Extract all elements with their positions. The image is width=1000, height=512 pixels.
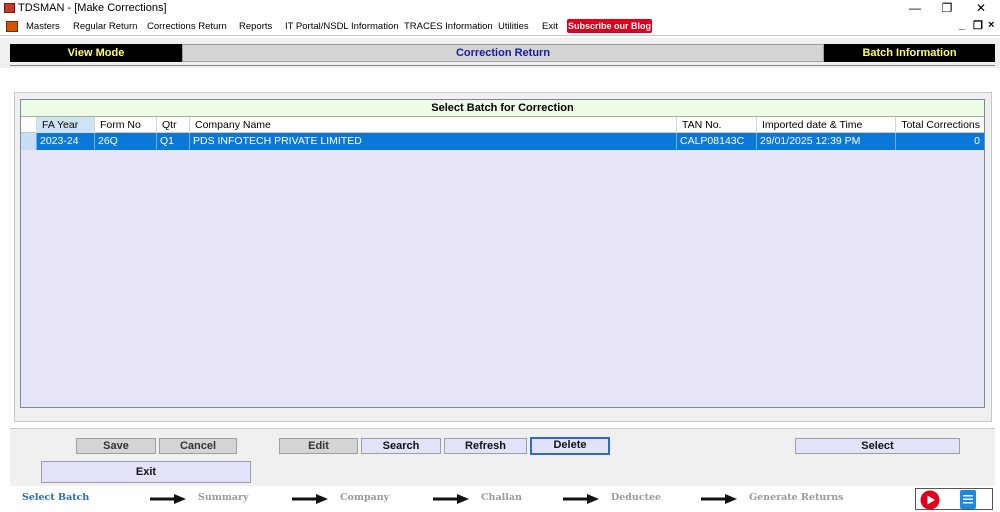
menu-corrections-return[interactable]: Corrections Return bbox=[147, 21, 227, 32]
col-fa-year[interactable]: FA Year bbox=[37, 117, 95, 133]
help-icon-box bbox=[915, 488, 993, 510]
minimize-icon[interactable]: — bbox=[900, 0, 930, 16]
step-navigation: Select Batch Summary Company Challan Ded… bbox=[0, 486, 1000, 512]
col-qtr[interactable]: Qtr bbox=[157, 117, 190, 133]
col-imported-date[interactable]: Imported date & Time bbox=[757, 117, 896, 133]
arrow-right-icon bbox=[701, 494, 737, 504]
arrow-right-icon bbox=[563, 494, 599, 504]
menu-exit[interactable]: Exit bbox=[542, 21, 558, 32]
cell-imported-date[interactable]: 29/01/2025 12:39 PM bbox=[757, 133, 896, 150]
refresh-button[interactable]: Refresh bbox=[444, 438, 527, 454]
cancel-button[interactable]: Cancel bbox=[159, 438, 237, 454]
subscribe-blog-button[interactable]: Subscribe our Blog bbox=[567, 19, 652, 33]
arrow-right-icon bbox=[150, 494, 186, 504]
step-select-batch[interactable]: Select Batch bbox=[22, 492, 89, 503]
cell-fa-year[interactable]: 2023-24 bbox=[37, 133, 95, 150]
menu-it-portal[interactable]: IT Portal/NSDL Information bbox=[285, 21, 399, 32]
document-icon[interactable] bbox=[959, 489, 977, 510]
mdi-close-icon[interactable]: × bbox=[988, 19, 994, 31]
edit-button[interactable]: Edit bbox=[279, 438, 358, 454]
cell-total-corrections[interactable]: 0 bbox=[896, 133, 984, 150]
select-button[interactable]: Select bbox=[795, 438, 960, 454]
header-divider bbox=[10, 65, 995, 66]
step-generate-returns[interactable]: Generate Returns bbox=[749, 492, 844, 503]
title-bar: TDSMAN - [Make Corrections] — ❐ ✕ bbox=[0, 0, 1000, 16]
save-button[interactable]: Save bbox=[76, 438, 156, 454]
cell-qtr[interactable]: Q1 bbox=[157, 133, 190, 150]
search-button[interactable]: Search bbox=[361, 438, 441, 454]
cell-tan-no[interactable]: CALP08143C bbox=[677, 133, 757, 150]
window-title: TDSMAN - [Make Corrections] bbox=[18, 2, 167, 14]
delete-button[interactable]: Delete bbox=[530, 437, 610, 455]
col-company-name[interactable]: Company Name bbox=[190, 117, 677, 133]
table-row[interactable]: 2023-24 26Q Q1 PDS INFOTECH PRIVATE LIMI… bbox=[21, 133, 984, 150]
batch-grid[interactable]: Select Batch for Correction FA Year Form… bbox=[20, 99, 985, 408]
menu-masters[interactable]: Masters bbox=[26, 21, 60, 32]
mdi-app-icon bbox=[6, 21, 18, 32]
youtube-play-icon[interactable] bbox=[920, 490, 940, 510]
exit-button[interactable]: Exit bbox=[41, 461, 251, 483]
row-header-corner bbox=[21, 117, 37, 133]
correction-return-label: Correction Return bbox=[182, 44, 824, 62]
close-icon[interactable]: ✕ bbox=[966, 0, 996, 16]
batch-information-label: Batch Information bbox=[824, 44, 995, 62]
cell-company-name[interactable]: PDS INFOTECH PRIVATE LIMITED bbox=[190, 133, 677, 150]
col-tan-no[interactable]: TAN No. bbox=[677, 117, 757, 133]
view-mode-label: View Mode bbox=[10, 44, 182, 62]
step-company[interactable]: Company bbox=[340, 492, 389, 503]
app-icon bbox=[4, 3, 15, 13]
restore-icon[interactable]: ❐ bbox=[932, 0, 962, 16]
mdi-minimize-icon[interactable]: _ bbox=[959, 19, 965, 31]
arrow-right-icon bbox=[292, 494, 328, 504]
menu-bar: Masters Regular Return Corrections Retur… bbox=[0, 17, 1000, 36]
grid-title: Select Batch for Correction bbox=[21, 100, 984, 117]
grid-header: FA Year Form No Qtr Company Name TAN No.… bbox=[21, 117, 984, 133]
col-form-no[interactable]: Form No bbox=[95, 117, 157, 133]
mdi-restore-icon[interactable]: ❐ bbox=[973, 19, 983, 32]
step-deductee[interactable]: Deductee bbox=[611, 492, 661, 503]
step-summary[interactable]: Summary bbox=[198, 492, 249, 503]
arrow-right-icon bbox=[433, 494, 469, 504]
col-total-corrections[interactable]: Total Corrections bbox=[896, 117, 984, 133]
row-selector[interactable] bbox=[21, 133, 37, 150]
menu-regular-return[interactable]: Regular Return bbox=[73, 21, 137, 32]
menu-traces[interactable]: TRACES Information bbox=[404, 21, 493, 32]
menu-utilities[interactable]: Utilities bbox=[498, 21, 529, 32]
step-challan[interactable]: Challan bbox=[481, 492, 522, 503]
cell-form-no[interactable]: 26Q bbox=[95, 133, 157, 150]
menu-reports[interactable]: Reports bbox=[239, 21, 272, 32]
